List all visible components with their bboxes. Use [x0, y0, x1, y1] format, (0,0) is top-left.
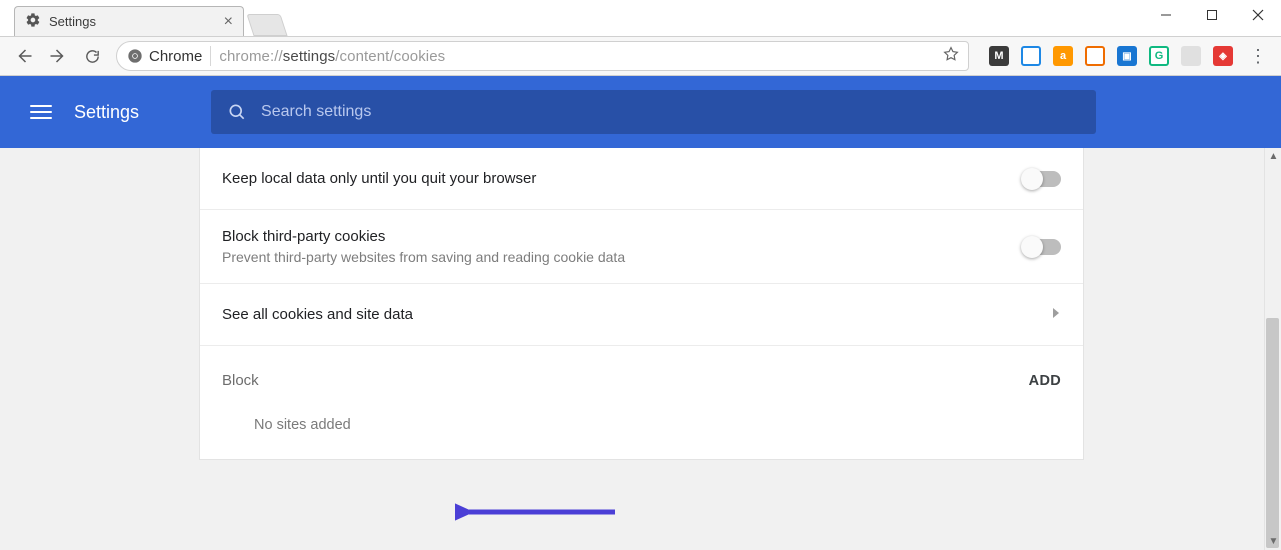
address-bar[interactable]: Chrome chrome://settings/content/cookies [116, 41, 969, 71]
tab-close-button[interactable]: × [224, 14, 233, 30]
extension-ring-blue-icon[interactable] [1021, 46, 1041, 66]
browser-tab-settings[interactable]: Settings × [14, 6, 244, 36]
settings-stage: Keep local data only until you quit your… [0, 148, 1281, 550]
row-title: Keep local data only until you quit your… [222, 170, 1007, 187]
scrollbar-thumb[interactable] [1266, 318, 1279, 548]
chevron-right-icon [1051, 306, 1061, 324]
window-minimize-button[interactable] [1143, 0, 1189, 30]
omnibox-divider [210, 46, 211, 66]
toggle-block-third-party[interactable] [1023, 239, 1061, 255]
search-icon [227, 102, 247, 122]
scroll-up-button[interactable]: ▲ [1265, 148, 1281, 165]
row-keep-local-data: Keep local data only until you quit your… [200, 148, 1083, 210]
url-scheme-label: Chrome [149, 48, 202, 65]
extension-badger-icon[interactable] [1085, 46, 1105, 66]
window-close-button[interactable] [1235, 0, 1281, 30]
vertical-scrollbar[interactable]: ▲ ▼ [1264, 148, 1281, 550]
new-tab-button[interactable] [246, 14, 287, 36]
window-controls [1143, 0, 1281, 30]
url-scheme-chip: Chrome [127, 48, 202, 65]
hamburger-menu-button[interactable] [30, 105, 52, 119]
extension-m-icon[interactable]: M [989, 46, 1009, 66]
extension-icons-row: M a ▣ G ◈ ⋮ [983, 46, 1271, 67]
block-section-title: Block [222, 372, 259, 389]
tab-strip: Settings × [0, 0, 1281, 36]
row-subtitle: Prevent third-party websites from saving… [222, 249, 1007, 265]
browser-toolbar: Chrome chrome://settings/content/cookies… [0, 36, 1281, 76]
settings-search-input[interactable] [261, 103, 1080, 121]
gear-icon [25, 12, 41, 31]
row-title: Block third-party cookies [222, 228, 1007, 245]
bookmark-star-icon[interactable] [942, 45, 960, 67]
block-section-header: Block ADD [200, 346, 1083, 395]
chrome-icon [127, 48, 143, 64]
browser-menu-button[interactable]: ⋮ [1245, 46, 1271, 67]
extension-a-icon[interactable]: a [1053, 46, 1073, 66]
forward-button[interactable] [48, 46, 68, 66]
extension-doc-icon[interactable] [1181, 46, 1201, 66]
row-title: See all cookies and site data [222, 306, 1035, 323]
cookies-settings-panel: Keep local data only until you quit your… [199, 148, 1084, 460]
back-button[interactable] [14, 46, 34, 66]
block-empty-text: No sites added [200, 395, 1083, 459]
row-see-all-cookies[interactable]: See all cookies and site data [200, 284, 1083, 346]
scroll-down-button[interactable]: ▼ [1265, 533, 1281, 550]
settings-title: Settings [74, 102, 139, 123]
extension-g-icon[interactable]: G [1149, 46, 1169, 66]
block-add-button[interactable]: ADD [1029, 373, 1061, 389]
settings-header: Settings [0, 76, 1281, 148]
row-block-third-party: Block third-party cookies Prevent third-… [200, 210, 1083, 284]
reload-button[interactable] [82, 46, 102, 66]
annotation-arrow [455, 500, 625, 524]
settings-search-bar[interactable] [211, 90, 1096, 134]
tab-title: Settings [49, 14, 96, 29]
url-text: chrome://settings/content/cookies [219, 48, 445, 65]
toggle-keep-local-data[interactable] [1023, 171, 1061, 187]
extension-red-icon[interactable]: ◈ [1213, 46, 1233, 66]
window-maximize-button[interactable] [1189, 0, 1235, 30]
extension-camera-icon[interactable]: ▣ [1117, 46, 1137, 66]
